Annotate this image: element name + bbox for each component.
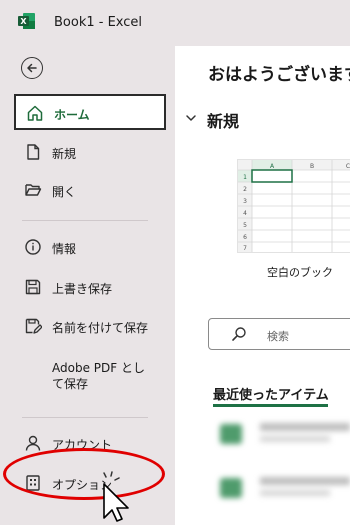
new-document-icon — [27, 144, 40, 160]
home-icon — [27, 105, 43, 121]
search-placeholder: 検索 — [267, 330, 289, 343]
row-header: 5 — [243, 222, 247, 229]
search-icon — [232, 327, 246, 341]
row-header: 1 — [243, 174, 247, 181]
open-folder-icon — [25, 184, 42, 196]
sidebar-item-label: アカウント — [52, 438, 113, 452]
row-header: 2 — [243, 186, 247, 193]
options-icon — [26, 475, 40, 491]
row-header: 4 — [243, 210, 247, 217]
tab-underline — [213, 404, 328, 407]
excel-icon: X — [18, 13, 35, 29]
save-as-icon — [25, 318, 42, 334]
column-header: C — [346, 163, 350, 170]
sidebar-item-label: Adobe PDF として保存 — [52, 361, 145, 391]
divider — [22, 220, 148, 221]
search-box[interactable]: 検索 — [208, 318, 350, 350]
account-icon — [25, 435, 41, 451]
sidebar-item-info[interactable]: 情報 — [14, 230, 166, 266]
column-header: B — [310, 163, 314, 170]
sidebar-item-save-as[interactable]: 名前を付けて保存 — [14, 309, 166, 345]
sidebar-item-new[interactable]: 新規 — [14, 135, 166, 171]
mouse-cursor-icon — [103, 471, 129, 522]
backstage-main: おはようございます 新規 A B C 1 2 3 4 5 6 7 空白のブック … — [175, 46, 350, 525]
sidebar-item-label: ホーム — [54, 108, 90, 122]
file-icon — [220, 478, 242, 498]
sidebar-item-label: 開く — [52, 185, 77, 199]
row-header: 7 — [243, 245, 247, 252]
chevron-down-icon — [186, 115, 196, 121]
info-icon — [25, 239, 41, 255]
sidebar-item-options[interactable]: オプション — [14, 466, 166, 502]
sidebar-item-home[interactable]: ホーム — [14, 94, 166, 130]
greeting-heading: おはようございます — [208, 65, 350, 85]
title-bar: X Book1 - Excel — [0, 0, 350, 46]
sidebar-item-save[interactable]: 上書き保存 — [14, 270, 166, 306]
spreadsheet-grid-icon: A B C 1 2 3 4 5 6 7 — [238, 160, 350, 252]
blank-workbook-thumbnail[interactable]: A B C 1 2 3 4 5 6 7 — [238, 160, 350, 252]
section-title: 新規 — [207, 112, 240, 131]
list-item[interactable] — [220, 420, 350, 448]
sidebar-item-label: 情報 — [52, 242, 77, 256]
backstage-sidebar: ホーム 新規 開く 情報 上書き保存 名前を付けて保存 Adobe PDF とし… — [0, 46, 175, 525]
row-header: 3 — [243, 198, 247, 205]
svg-text:X: X — [20, 17, 27, 26]
sidebar-item-label: 新規 — [52, 147, 77, 161]
window-title: Book1 - Excel — [54, 15, 143, 30]
sidebar-item-label: 名前を付けて保存 — [52, 321, 149, 335]
divider — [22, 417, 148, 418]
sidebar-item-label: 上書き保存 — [52, 282, 113, 296]
back-arrow-icon — [27, 63, 37, 73]
sidebar-item-open[interactable]: 開く — [14, 173, 166, 209]
sidebar-item-account[interactable]: アカウント — [14, 426, 166, 462]
recent-items-tab[interactable]: 最近使ったアイテム — [213, 384, 329, 403]
back-button[interactable] — [21, 57, 43, 79]
file-icon — [220, 424, 242, 444]
blank-workbook-label[interactable]: 空白のブック — [267, 264, 333, 280]
sidebar-item-adobe-pdf[interactable]: Adobe PDF として保存 — [14, 354, 166, 398]
save-icon — [25, 279, 41, 295]
row-header: 6 — [243, 234, 247, 241]
list-item[interactable] — [220, 474, 350, 502]
